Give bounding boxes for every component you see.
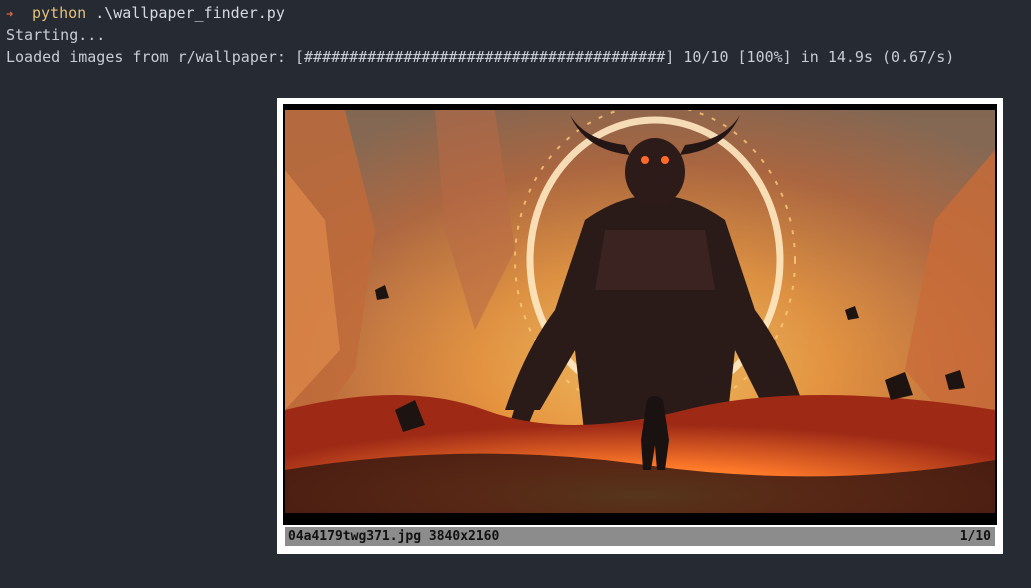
progress-time: in 14.9s (0.67/s) — [800, 48, 955, 66]
progress-percent: [100%] — [737, 48, 792, 66]
image-resolution: 3840x2160 — [428, 529, 500, 544]
prompt-arrow-icon: ➜ — [6, 7, 14, 21]
command-line: ➜ python .\wallpaper_finder.py — [6, 2, 285, 24]
demon-artwork-illustration — [285, 110, 995, 513]
image-info: 04a4179twg371.jpg 3840x2160 — [288, 527, 499, 546]
progress-label: Loaded images from r/wallpaper: — [6, 48, 286, 66]
progress-bar: [#######################################… — [295, 48, 675, 66]
command-program: python — [32, 4, 87, 22]
progress-count: 10/10 — [683, 48, 729, 66]
image-viewer-window[interactable]: 04a4179twg371.jpg 3840x2160 1/10 — [277, 98, 1003, 554]
wallpaper-image[interactable] — [285, 110, 995, 513]
image-status-bar: 04a4179twg371.jpg 3840x2160 1/10 — [283, 525, 997, 548]
image-filename: 04a4179twg371.jpg — [288, 529, 422, 544]
progress-line: Loaded images from r/wallpaper: [#######… — [6, 46, 954, 68]
image-position: 1/10 — [959, 529, 991, 544]
image-viewer-frame: 04a4179twg371.jpg 3840x2160 1/10 — [283, 104, 997, 548]
terminal-window[interactable]: ➜ python .\wallpaper_finder.py Starting..… — [0, 0, 1031, 588]
output-starting: Starting... — [6, 26, 106, 44]
command-argument: .\wallpaper_finder.py — [95, 4, 285, 22]
image-status-inner: 04a4179twg371.jpg 3840x2160 1/10 — [285, 527, 995, 546]
